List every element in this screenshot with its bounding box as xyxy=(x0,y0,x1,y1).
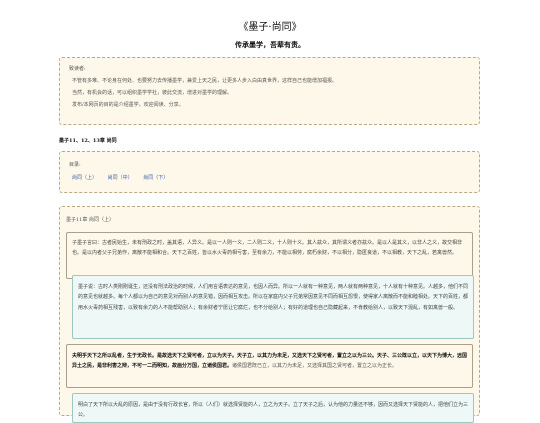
intro-greeting: 致读者: xyxy=(69,66,86,72)
intro-line: 不管有多难、不论身在何处、也要努力去传播墨学，兼爱上天之民，让更多人步入白由真世… xyxy=(72,78,338,84)
toc-link-lower[interactable]: 尚同（下） xyxy=(143,175,168,181)
table-of-contents: 目录: 尚同（上） 尚同（中） 尚同（下） xyxy=(59,151,480,193)
translation-block: 墨子说：古时人类刚刚诞生，还没有刑法政治的时候，人们用言语表达的意见，也因人而异… xyxy=(72,275,474,339)
translation-block: 明白了天下所以大乱的原因，是由于没有行政长官，所以（人们）就选择贤能的人，立之为… xyxy=(72,393,474,423)
translation-text: 墨子说：古时人类刚刚诞生，还没有刑法政治的时候，人们用言语表达的意见，也因人而异… xyxy=(78,284,469,311)
original-text-block: 子墨子言曰：古者民始生，未有刑政之时，盖其语，人异义。是以一人则一义，二人则二义… xyxy=(66,232,473,279)
toc-link-upper[interactable]: 尚同（上） xyxy=(72,175,97,181)
intro-box: 致读者: 不管有多难、不论身在何处、也要努力去传播墨学，兼爱上天之民，让更多人步… xyxy=(59,57,480,125)
toc-link-middle[interactable]: 尚同（中） xyxy=(108,175,133,181)
page-title: 《墨子·尚同》 xyxy=(238,22,302,33)
toc-links: 尚同（上） 尚同（中） 尚同（下） xyxy=(69,175,470,181)
original-text: 夫明乎天下之所以乱者，生于无政长。是故选天下之贤可者，立以为天子。天子立，以其力… xyxy=(72,351,467,372)
chapter-title: 墨子11章 尚同（上） xyxy=(66,217,114,223)
original-text-block: 夫明乎天下之所以乱者，生于无政长。是故选天下之贤可者，立以为天子。天子立，以其力… xyxy=(66,344,473,388)
toc-label: 目录: xyxy=(69,162,81,168)
translation-text: 明白了天下所以大乱的原因，是由于没有行政长官，所以（人们）就选择贤能的人，立之为… xyxy=(78,402,469,418)
intro-line: 发布/本网页的目的是介绍墨学，欢迎阅读、分享。 xyxy=(72,102,184,108)
section-heading: 墨子11、12、13章 尚同 xyxy=(59,138,117,144)
intro-line: 当然，有机会的话，可以组织墨学学社，彼此交流，增进对墨学的理解。 xyxy=(72,90,233,96)
chapter-box: 墨子11章 尚同（上） 子墨子言曰：古者民始生，未有刑政之时，盖其语，人异义。是… xyxy=(59,206,480,423)
plain-text: 诸侯国君既已立，以其力为未足，又选择其国之贤可者，置立之以为正长。 xyxy=(232,363,398,370)
original-text: 子墨子言曰：古者民始生，未有刑政之时，盖其语，人异义。是以一人则一义，二人则二义… xyxy=(72,240,463,256)
page-motto: 传承墨学，吾辈有责。 xyxy=(235,40,305,49)
